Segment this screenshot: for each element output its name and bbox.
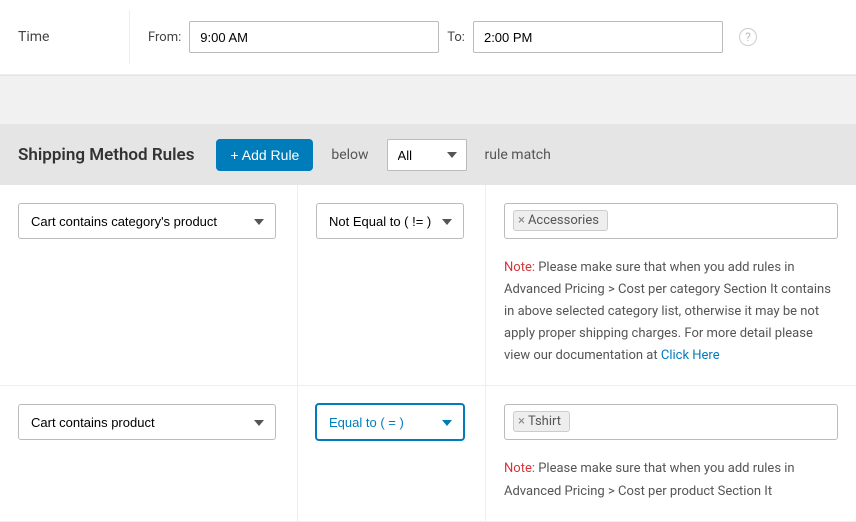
rule-note: Note: Please make sure that when you add… <box>504 257 838 367</box>
match-scope-select[interactable]: All <box>387 139 467 171</box>
rule-row: Cart contains category's product Not Equ… <box>0 185 856 386</box>
value-tag-input[interactable]: × Tshirt <box>504 404 838 440</box>
rule-note: Note: Please make sure that when you add… <box>504 458 838 502</box>
tag-remove-icon[interactable]: × <box>518 213 525 228</box>
from-label: From: <box>148 30 181 45</box>
add-rule-button[interactable]: + Add Rule <box>216 139 313 171</box>
rule-row: Cart contains product Equal to ( = ) × T… <box>0 386 856 521</box>
match-scope-select-wrap: All <box>387 139 467 171</box>
time-to-input[interactable] <box>473 21 723 53</box>
note-label: Note: <box>504 260 535 275</box>
condition-select-wrap: Cart contains product <box>18 404 276 440</box>
condition-select[interactable]: Cart contains category's product <box>18 203 276 239</box>
time-label: Time <box>0 10 130 64</box>
condition-select-wrap: Cart contains category's product <box>18 203 276 239</box>
note-text: Please make sure that when you add rules… <box>504 461 795 498</box>
tag-label: Accessories <box>528 213 599 228</box>
operator-select[interactable]: Not Equal to ( != ) <box>316 203 464 239</box>
rules-title: Shipping Method Rules <box>18 145 194 165</box>
time-from-input[interactable] <box>189 21 439 53</box>
operator-select-wrap: Equal to ( = ) <box>316 404 464 440</box>
tag: × Accessories <box>513 210 608 231</box>
condition-select[interactable]: Cart contains product <box>18 404 276 440</box>
value-tag-input[interactable]: × Accessories <box>504 203 838 239</box>
operator-select-wrap: Not Equal to ( != ) <box>316 203 464 239</box>
tag-remove-icon[interactable]: × <box>518 414 525 429</box>
rule-match-label: rule match <box>485 147 551 163</box>
tag-label: Tshirt <box>528 414 561 429</box>
note-label: Note: <box>504 461 535 476</box>
operator-select[interactable]: Equal to ( = ) <box>316 404 464 440</box>
tag: × Tshirt <box>513 411 570 432</box>
doc-link[interactable]: Click Here <box>661 348 720 363</box>
to-label: To: <box>447 30 465 45</box>
below-label: below <box>331 147 368 163</box>
help-icon[interactable]: ? <box>739 28 757 46</box>
spacer-band <box>0 75 856 125</box>
